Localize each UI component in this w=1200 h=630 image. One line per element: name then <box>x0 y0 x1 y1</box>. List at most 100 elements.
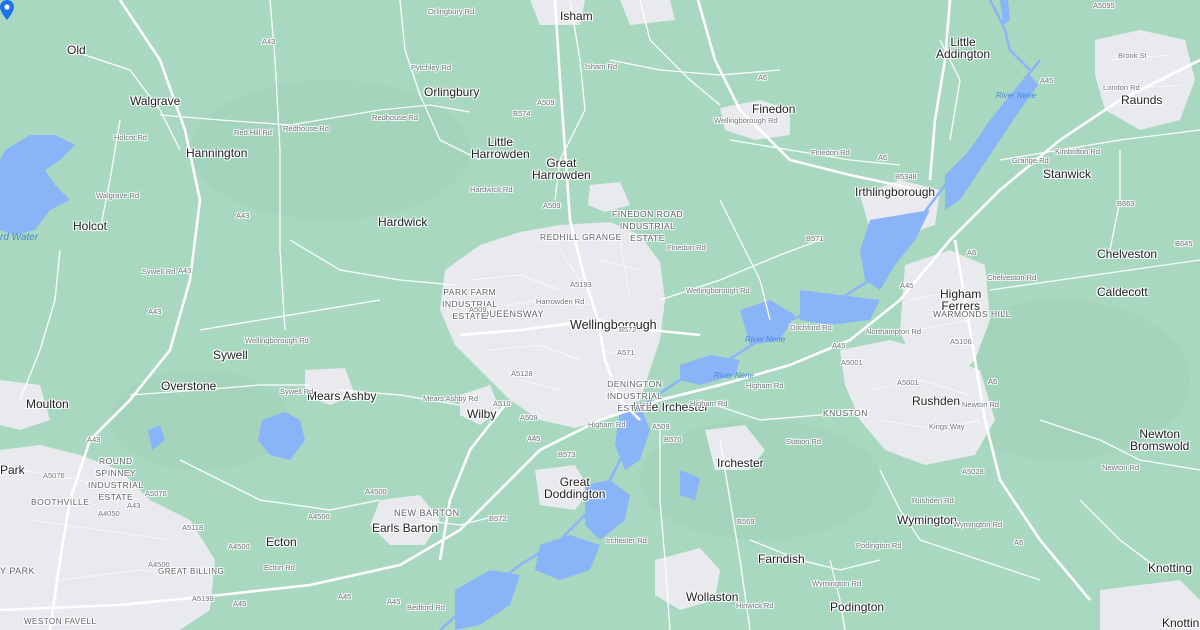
place-label-holcot[interactable]: Holcot <box>73 220 107 232</box>
road-label: A5076 <box>145 489 167 498</box>
road-label: Walgrave Rd <box>96 191 140 200</box>
road-label: A5106 <box>950 337 972 346</box>
place-label-chelveston[interactable]: Chelveston <box>1097 248 1157 260</box>
place-label-podington[interactable]: Podington <box>830 601 884 613</box>
road-label: Station Rd <box>786 437 822 446</box>
place-label-isham[interactable]: Isham <box>560 10 593 22</box>
place-label-wymington[interactable]: Wymington <box>897 514 957 526</box>
place-label-orlingbury[interactable]: Orlingbury <box>424 86 479 98</box>
place-label-great-doddington[interactable]: Great Doddington <box>544 476 605 500</box>
road-label: Sywell Rd <box>280 387 314 396</box>
place-label-y-park[interactable]: Y PARK <box>0 565 35 577</box>
road-label: A45 <box>900 281 914 290</box>
place-label-overstone[interactable]: Overstone <box>161 380 216 392</box>
road-label: Kings Way <box>929 422 965 431</box>
road-label: Orlingbury Rd <box>428 7 475 16</box>
road-label: Red Hill Rd <box>234 128 272 137</box>
road-label: Podington Rd <box>856 541 902 550</box>
road-label: A509 <box>543 201 561 210</box>
road-label: Pytchley Rd <box>411 63 452 72</box>
road-label: Wellingborough Rd <box>686 286 750 295</box>
road-label: Wellingborough Rd <box>714 116 778 125</box>
place-label-knotting[interactable]: Knotting <box>1148 562 1192 574</box>
map-canvas[interactable]: Isham Old Little Addington Walgrave Orli… <box>0 0 1200 630</box>
road-label: A6 <box>1014 538 1024 547</box>
place-label-rushden[interactable]: Rushden <box>912 395 960 407</box>
road-label: Finedon Rd <box>667 243 706 252</box>
place-label-finedon[interactable]: Finedon <box>752 103 795 115</box>
road-label: A4500 <box>308 512 330 521</box>
road-label: A509 <box>469 305 487 314</box>
place-label-walgrave[interactable]: Walgrave <box>130 95 180 107</box>
road-label: Higham Rd <box>690 399 728 408</box>
road-label: A5001 <box>841 358 863 367</box>
road-label: A5199 <box>192 594 214 603</box>
location-pin-icon[interactable] <box>0 0 14 20</box>
road-label: Mears Ashby Rd <box>423 394 479 403</box>
area-label-knuston: KNUSTON <box>823 408 868 418</box>
place-label-great-harrowden[interactable]: Great Harrowden <box>532 157 591 181</box>
road-label: A571 <box>617 348 635 357</box>
place-label-farndish[interactable]: Farndish <box>758 553 805 565</box>
road-label: B570 <box>664 435 682 444</box>
road-label: A43 <box>148 307 162 316</box>
road-label: Brook St <box>1118 51 1147 60</box>
place-label-little-harrowden[interactable]: Little Harrowden <box>471 136 530 160</box>
road-label: A5076 <box>43 471 65 480</box>
road-label: A4500 <box>365 487 387 496</box>
road-label: A4500 <box>228 542 250 551</box>
place-label-knotting-green[interactable]: Knotting <box>1162 617 1200 629</box>
place-label-ecton[interactable]: Ecton <box>266 536 297 548</box>
place-label-irchester[interactable]: Irchester <box>717 457 764 469</box>
road-label: B663 <box>1117 199 1135 208</box>
place-label-hardwick[interactable]: Hardwick <box>378 216 427 228</box>
place-label-wollaston[interactable]: Wollaston <box>686 591 738 603</box>
road-label: A6 <box>878 153 888 162</box>
road-label: Redhouse Rd <box>283 124 329 133</box>
place-label-new-barton[interactable]: NEW BARTON <box>394 507 460 519</box>
place-label-old[interactable]: Old <box>67 44 86 56</box>
water-label-river-nene: River Nene <box>996 91 1037 100</box>
place-label-little-addington[interactable]: Little Addington <box>936 36 990 60</box>
place-label-moulton[interactable]: Moulton <box>26 398 69 410</box>
water-label-river-nene: River Nene <box>745 335 786 344</box>
road-label: B569 <box>737 517 755 526</box>
road-label: A4500 <box>148 560 170 569</box>
place-label-mears-ashby[interactable]: Mears Ashby <box>307 390 376 402</box>
place-label-raunds[interactable]: Raunds <box>1121 94 1162 106</box>
road-label: Wymington Rd <box>953 520 1003 529</box>
road-label: Higham Rd <box>588 420 626 429</box>
road-label: B572 <box>489 514 507 523</box>
road-label: B571 <box>806 234 824 243</box>
place-label-stanwick[interactable]: Stanwick <box>1043 168 1091 180</box>
place-label-hannington[interactable]: Hannington <box>186 147 247 159</box>
road-label: B573 <box>558 450 576 459</box>
road-label: A45 <box>832 341 846 350</box>
area-label-warmonds-hill: WARMONDS HILL <box>933 309 1011 319</box>
place-label-sywell[interactable]: Sywell <box>213 349 248 361</box>
road-label: Hinwick Rd <box>736 601 774 610</box>
place-label-weston-favell[interactable]: WESTON FAVELL <box>24 616 96 628</box>
road-label: Isham Rd <box>585 62 618 71</box>
road-label: A509 <box>520 413 538 422</box>
road-label: Ditchford Rd <box>790 323 832 332</box>
place-label-caldecott[interactable]: Caldecott <box>1097 286 1148 298</box>
road-label: Kimbolton Rd <box>1055 147 1101 156</box>
water-label-reservoir: rd Water <box>0 232 39 243</box>
road-label: Sywell Rd <box>142 267 176 276</box>
place-label-wellingborough[interactable]: Wellingborough <box>570 319 657 332</box>
place-label-irthlingborough[interactable]: Irthlingborough <box>855 186 935 198</box>
road-label: B572 <box>619 325 637 334</box>
road-label: B645 <box>1175 239 1193 248</box>
place-label-earls-barton[interactable]: Earls Barton <box>372 522 438 534</box>
road-label: Ecton Rd <box>264 563 295 572</box>
water-label-river-nene: River Nene <box>714 371 755 380</box>
road-label: Northampton Rd <box>866 327 922 336</box>
place-label-park[interactable]: Park <box>0 464 25 476</box>
road-label: A6 <box>758 73 768 82</box>
road-label: A5001 <box>897 378 919 387</box>
place-label-newton-bromswold[interactable]: Newton Bromswold <box>1130 428 1189 452</box>
place-label-wilby[interactable]: Wilby <box>467 408 496 420</box>
road-label: A5118 <box>182 523 204 532</box>
road-label: A5095 <box>1093 1 1115 10</box>
